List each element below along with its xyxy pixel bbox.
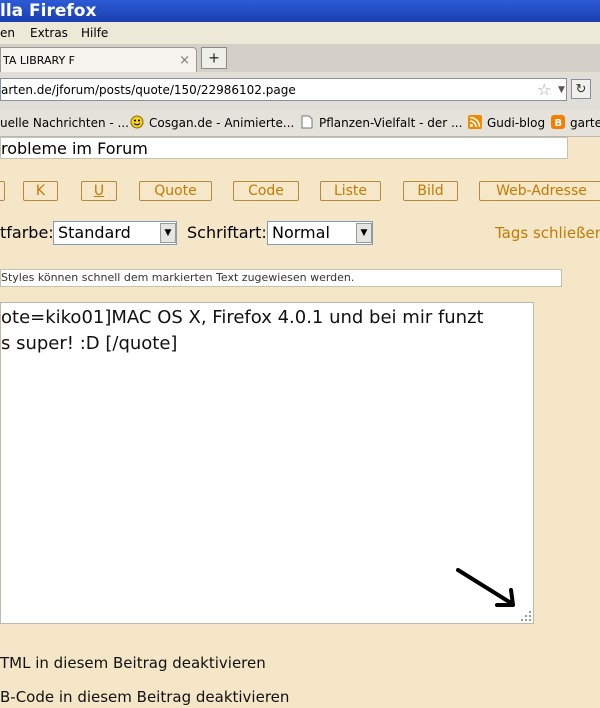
message-textarea[interactable]: ote=kiko01]MAC OS X, Firefox 4.0.1 und b… xyxy=(0,302,534,624)
tab-title: TA LIBRARY F xyxy=(3,54,76,67)
menu-item-extras[interactable]: Extras xyxy=(30,22,68,44)
image-button[interactable]: Bild xyxy=(403,181,458,201)
tab-active[interactable]: TA LIBRARY F × xyxy=(0,47,197,72)
bookmark-label: garte xyxy=(570,116,600,130)
bookmark-label: Cosgan.de - Animierte... xyxy=(149,116,295,130)
history-dropdown-icon[interactable]: ▼ xyxy=(558,79,565,101)
menu-item-view[interactable]: en xyxy=(0,22,15,44)
disable-bbcode-option[interactable]: B-Code in diesem Beitrag deaktivieren xyxy=(0,686,289,708)
message-line: s super! :D [/quote] xyxy=(1,333,178,354)
annotation-arrow-icon xyxy=(456,568,515,607)
underline-button[interactable]: U xyxy=(81,181,117,201)
quote-button[interactable]: Quote xyxy=(139,181,212,201)
chevron-down-icon[interactable]: ▼ xyxy=(160,223,176,243)
address-bar[interactable]: arten.de/jforum/posts/quote/150/22986102… xyxy=(0,78,567,101)
page-icon xyxy=(301,115,313,129)
disable-html-option[interactable]: TML in diesem Beitrag deaktivieren xyxy=(0,652,266,674)
bookmark-label: Pflanzen-Vielfalt - der ... xyxy=(319,116,463,130)
bookmark-item[interactable]: Cosgan.de - Animierte... xyxy=(130,110,294,136)
bookmark-item[interactable]: uelle Nachrichten - ... xyxy=(0,110,129,136)
style-hint-box: Styles können schnell dem markierten Tex… xyxy=(0,269,562,287)
font-color-select[interactable]: Standard ▼ xyxy=(53,221,177,245)
window-title: lla Firefox xyxy=(0,1,97,21)
font-family-label: Schriftart: xyxy=(187,223,267,242)
font-color-label: tfarbe: xyxy=(0,223,54,242)
bookmark-star-icon[interactable]: ☆ xyxy=(537,79,551,101)
message-line: ote=kiko01]MAC OS X, Firefox 4.0.1 und b… xyxy=(1,307,484,328)
style-hint-text: Styles können schnell dem markierten Tex… xyxy=(1,271,355,284)
font-color-value: Standard xyxy=(58,223,131,242)
menu-item-help[interactable]: Hilfe xyxy=(81,22,108,44)
subject-input[interactable]: robleme im Forum xyxy=(0,137,568,159)
bookmark-label: Gudi-blog xyxy=(487,116,546,130)
tab-close-icon[interactable]: × xyxy=(179,48,190,73)
font-family-select[interactable]: Normal ▼ xyxy=(267,221,373,245)
bookmark-item[interactable]: Pflanzen-Vielfalt - der ... xyxy=(300,110,462,136)
list-button[interactable]: Liste xyxy=(320,181,381,201)
italic-button[interactable]: K xyxy=(23,181,58,201)
bookmark-label: uelle Nachrichten - ... xyxy=(0,116,129,130)
new-tab-button[interactable]: + xyxy=(201,47,227,69)
navigation-bar: arten.de/jforum/posts/quote/150/22986102… xyxy=(0,72,600,110)
reload-button[interactable]: ↻ xyxy=(571,79,591,99)
menu-bar: en Extras Hilfe xyxy=(0,22,600,44)
bold-button-partial[interactable] xyxy=(0,181,5,201)
bookmark-item[interactable]: B garte xyxy=(551,110,600,136)
chevron-down-icon[interactable]: ▼ xyxy=(356,223,372,243)
blogger-icon: B xyxy=(551,115,565,129)
svg-text:B: B xyxy=(555,118,563,129)
code-button[interactable]: Code xyxy=(233,181,299,201)
close-tags-link[interactable]: Tags schließen xyxy=(495,222,600,244)
smiley-icon xyxy=(130,115,144,129)
font-family-value: Normal xyxy=(272,223,330,242)
bookmarks-toolbar: uelle Nachrichten - ... Cosgan.de - Anim… xyxy=(0,110,600,137)
subject-text: robleme im Forum xyxy=(1,139,148,158)
tab-bar: TA LIBRARY F × xyxy=(0,44,600,73)
rss-icon xyxy=(468,115,482,129)
window-title-bar: lla Firefox xyxy=(0,0,600,22)
reload-icon: ↻ xyxy=(575,81,587,96)
bookmark-item[interactable]: Gudi-blog xyxy=(468,110,545,136)
address-url: arten.de/jforum/posts/quote/150/22986102… xyxy=(1,83,296,97)
web-address-button[interactable]: Web-Adresse xyxy=(479,181,600,201)
resize-grip-icon[interactable] xyxy=(519,609,533,623)
